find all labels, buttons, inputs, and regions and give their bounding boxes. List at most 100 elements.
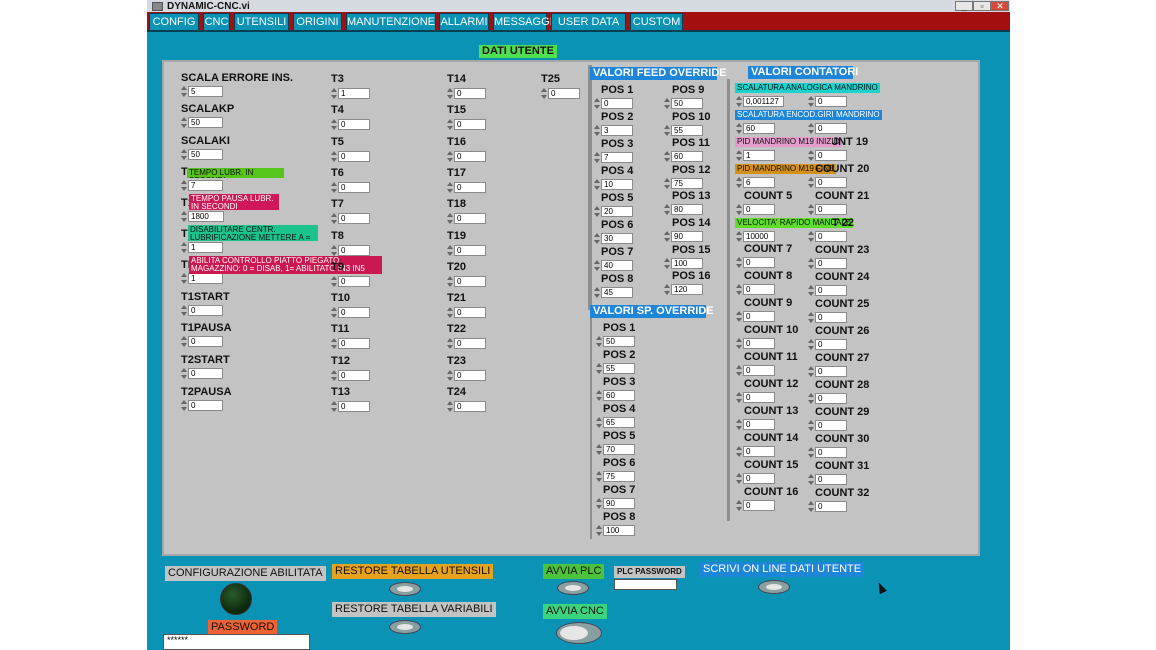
spinner-arrows-icon[interactable] xyxy=(594,206,600,217)
param-control[interactable]: 50 xyxy=(181,149,223,160)
spinner-arrows-icon[interactable] xyxy=(736,177,742,188)
counter-control[interactable]: 0 xyxy=(808,204,847,215)
spinner-arrows-icon[interactable] xyxy=(331,150,337,162)
numeric-input[interactable]: 100 xyxy=(603,525,635,536)
spinner-arrows-icon[interactable] xyxy=(808,366,814,377)
numeric-input[interactable]: 0 xyxy=(188,305,223,316)
numeric-input[interactable]: 0 xyxy=(338,401,370,412)
numeric-input[interactable]: 65 xyxy=(603,417,635,428)
counter-control[interactable]: 0,001127 xyxy=(736,96,784,107)
t-control[interactable]: 0 xyxy=(447,119,486,131)
feed-pos-control[interactable]: 3 xyxy=(594,125,633,136)
spinner-arrows-icon[interactable] xyxy=(736,500,742,511)
restore-tools-button[interactable] xyxy=(389,582,421,596)
spinner-arrows-icon[interactable] xyxy=(808,501,814,512)
sp-pos-control[interactable]: 75 xyxy=(596,471,635,482)
spinner-arrows-icon[interactable] xyxy=(181,242,187,253)
spinner-arrows-icon[interactable] xyxy=(331,119,337,131)
spinner-arrows-icon[interactable] xyxy=(808,150,814,161)
t-control[interactable]: 0 xyxy=(331,275,370,287)
numeric-input[interactable]: 0 xyxy=(454,213,486,225)
numeric-input[interactable]: 75 xyxy=(671,177,703,189)
feed-pos-control[interactable]: 20 xyxy=(594,206,633,217)
spinner-arrows-icon[interactable] xyxy=(331,338,337,350)
tab-manutenzione[interactable]: MANUTENZIONE xyxy=(346,13,436,30)
start-plc-button[interactable] xyxy=(557,581,589,595)
tab-cnc[interactable]: CNC xyxy=(203,13,230,30)
spinner-arrows-icon[interactable] xyxy=(447,181,453,193)
counter-control[interactable]: 6 xyxy=(736,177,775,188)
spinner-arrows-icon[interactable] xyxy=(808,258,814,269)
numeric-input[interactable]: 0 xyxy=(454,119,486,131)
spinner-arrows-icon[interactable] xyxy=(181,368,187,379)
param-control[interactable]: 0 xyxy=(181,368,223,379)
sp-pos-control[interactable]: 100 xyxy=(596,525,635,536)
restore-vars-button[interactable] xyxy=(389,620,421,634)
counter-control[interactable]: 0 xyxy=(808,339,847,350)
numeric-input[interactable]: 0 xyxy=(338,213,370,225)
numeric-input[interactable]: 0 xyxy=(743,338,775,349)
feed-pos-control[interactable]: 30 xyxy=(594,233,633,244)
tab-utensili[interactable]: UTENSILI xyxy=(234,13,289,30)
tab-allarmi[interactable]: ALLARMI xyxy=(439,13,489,30)
numeric-input[interactable]: 0 xyxy=(454,181,486,193)
counter-control[interactable]: 0 xyxy=(808,366,847,377)
numeric-input[interactable]: 1 xyxy=(743,150,775,161)
numeric-input[interactable]: 0 xyxy=(743,419,775,430)
param-control[interactable]: 1 xyxy=(181,242,223,253)
numeric-input[interactable]: 0 xyxy=(743,284,775,295)
counter-control[interactable]: 0 xyxy=(736,419,775,430)
counter-control[interactable]: 0 xyxy=(736,257,775,268)
numeric-input[interactable]: 90 xyxy=(671,231,703,242)
spinner-arrows-icon[interactable] xyxy=(664,151,670,163)
numeric-input[interactable]: 0 xyxy=(454,150,486,162)
t-control[interactable]: 0 xyxy=(331,401,370,412)
spinner-arrows-icon[interactable] xyxy=(596,471,602,482)
spinner-arrows-icon[interactable] xyxy=(664,257,670,269)
close-icon[interactable]: ✕ xyxy=(991,1,1009,11)
spinner-arrows-icon[interactable] xyxy=(181,86,187,97)
numeric-input[interactable]: 60 xyxy=(603,390,635,401)
counter-control[interactable]: 0 xyxy=(808,447,847,458)
param-control[interactable]: 1800 xyxy=(181,211,224,222)
feed-pos-control[interactable]: 40 xyxy=(594,260,633,271)
t-control[interactable]: 0 xyxy=(331,307,370,319)
spinner-arrows-icon[interactable] xyxy=(596,444,602,455)
t-control[interactable]: 0 xyxy=(447,369,486,381)
spinner-arrows-icon[interactable] xyxy=(181,273,187,284)
counter-control[interactable]: 0 xyxy=(808,231,847,242)
spinner-arrows-icon[interactable] xyxy=(447,88,453,99)
spinner-arrows-icon[interactable] xyxy=(181,400,187,411)
numeric-input[interactable]: 0 xyxy=(454,244,486,256)
spinner-arrows-icon[interactable] xyxy=(596,498,602,509)
tab-messaggi[interactable]: MESSAGGI xyxy=(493,13,553,30)
numeric-input[interactable]: 0 xyxy=(454,338,486,350)
write-online-button[interactable] xyxy=(758,580,790,594)
numeric-input[interactable]: 0 xyxy=(815,150,847,161)
t-control[interactable]: 0 xyxy=(447,275,486,287)
t-control[interactable]: 0 xyxy=(447,244,486,256)
spinner-arrows-icon[interactable] xyxy=(808,312,814,323)
numeric-input[interactable]: 0 xyxy=(338,181,370,193)
spinner-arrows-icon[interactable] xyxy=(664,98,670,109)
plc-password-input[interactable] xyxy=(614,579,677,590)
t-control[interactable]: 0 xyxy=(331,150,370,162)
counter-control[interactable]: 0 xyxy=(808,258,847,269)
counter-control[interactable]: 0 xyxy=(808,501,847,512)
spinner-arrows-icon[interactable] xyxy=(594,125,600,136)
counter-control[interactable]: 0 xyxy=(736,473,775,484)
counter-control[interactable]: 0 xyxy=(808,123,847,134)
spinner-arrows-icon[interactable] xyxy=(447,338,453,350)
spinner-arrows-icon[interactable] xyxy=(736,392,742,403)
spinner-arrows-icon[interactable] xyxy=(808,123,814,134)
feed-pos-control[interactable]: 10 xyxy=(594,179,633,190)
counter-control[interactable]: 0 xyxy=(736,392,775,403)
spinner-arrows-icon[interactable] xyxy=(447,213,453,225)
numeric-input[interactable]: 100 xyxy=(671,257,703,269)
counter-control[interactable]: 0 xyxy=(736,365,775,376)
t-control[interactable]: 0 xyxy=(331,181,370,193)
counter-control[interactable]: 0 xyxy=(736,446,775,457)
sp-pos-control[interactable]: 70 xyxy=(596,444,635,455)
spinner-arrows-icon[interactable] xyxy=(596,336,602,347)
param-control[interactable]: 1 xyxy=(181,273,223,284)
